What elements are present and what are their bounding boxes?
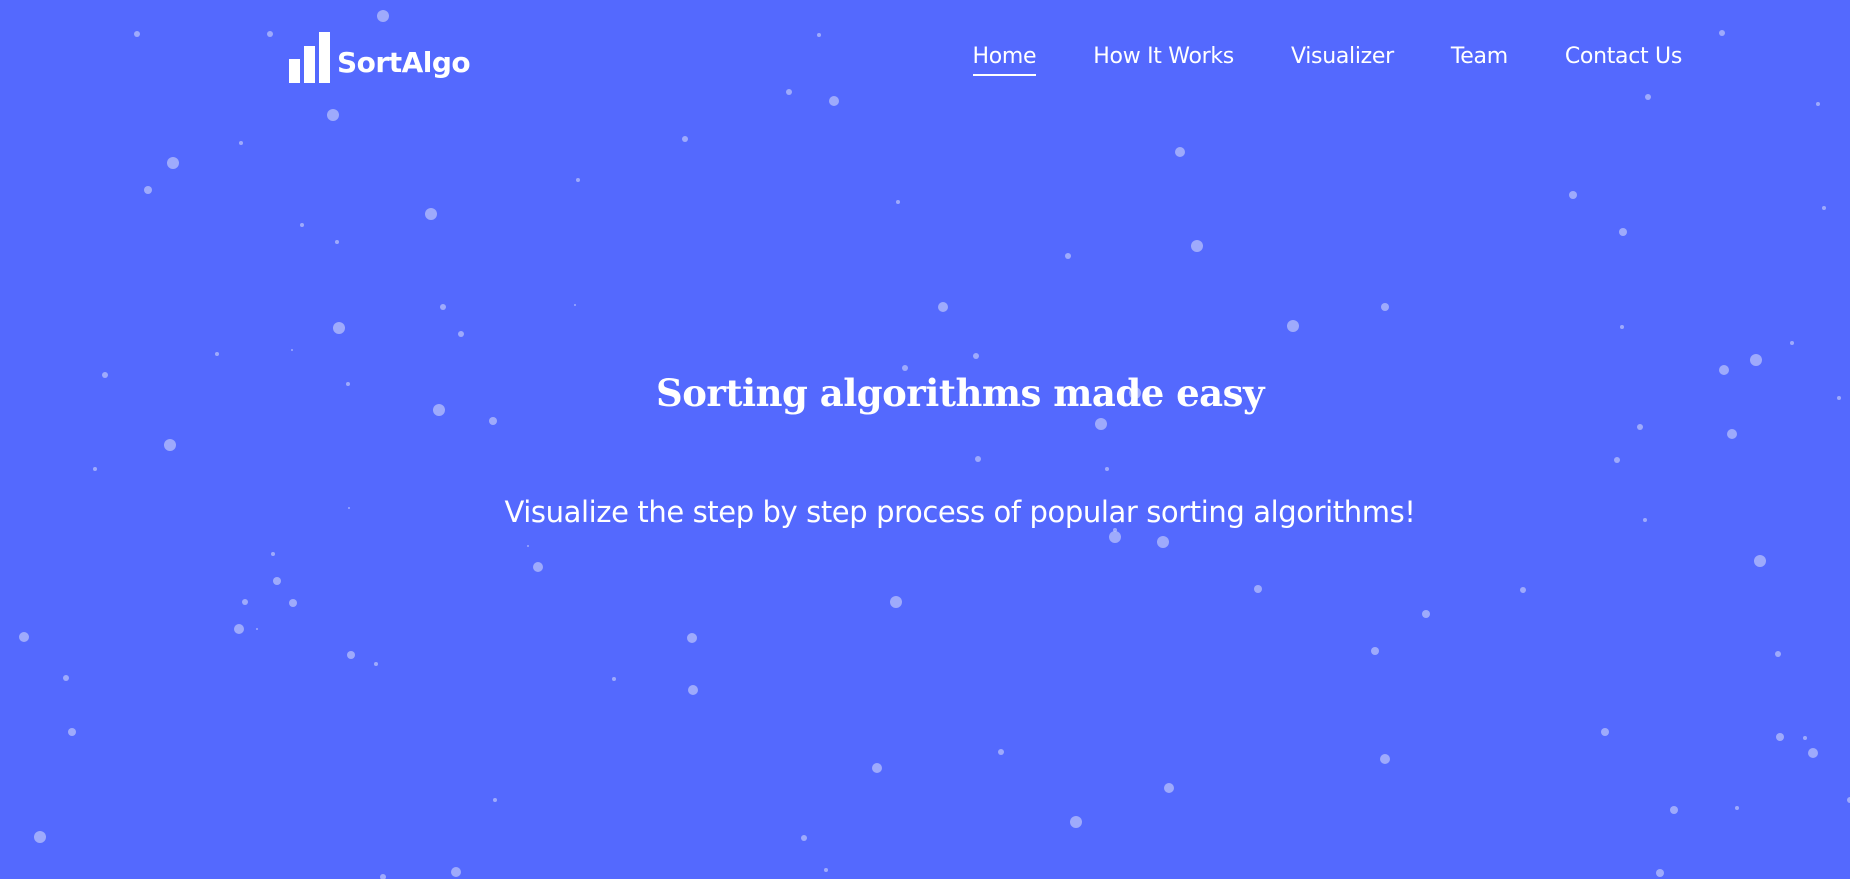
nav-item-visualizer[interactable]: Visualizer: [1291, 44, 1394, 76]
particle-dot: [1735, 806, 1739, 810]
particle-dot: [1803, 736, 1807, 740]
particle-dot: [380, 874, 386, 879]
particle-dot: [1095, 418, 1107, 430]
particle-dot: [1754, 555, 1766, 567]
particle-dot: [1164, 783, 1174, 793]
site-header: SortAlgo Home How It Works Visualizer Te…: [0, 0, 1850, 120]
particle-dot: [144, 186, 152, 194]
particle-dot: [1065, 253, 1071, 259]
nav-item-contact-us[interactable]: Contact Us: [1565, 44, 1682, 76]
particle-dot: [164, 439, 176, 451]
particle-dot: [1775, 651, 1781, 657]
particle-dot: [1620, 325, 1624, 329]
particle-dot: [63, 675, 69, 681]
particle-dot: [1287, 320, 1299, 332]
particle-dot: [489, 417, 497, 425]
particle-dot: [1371, 647, 1379, 655]
particle-dot: [440, 304, 446, 310]
particle-dot: [1422, 610, 1430, 618]
particle-dot: [1656, 869, 1664, 877]
particle-dot: [527, 545, 529, 547]
particle-dot: [234, 624, 244, 634]
particle-dot: [1750, 354, 1762, 366]
particle-dot: [1822, 206, 1826, 210]
particle-dot: [239, 141, 243, 145]
bar-chart-icon: [289, 32, 330, 83]
particle-dot: [824, 868, 828, 872]
particle-dot: [19, 632, 29, 642]
main-nav: Home How It Works Visualizer Team Contac…: [916, 44, 1682, 76]
particle-dot: [682, 136, 688, 142]
brand-name: SortAlgo: [337, 46, 471, 79]
particle-dot: [896, 200, 900, 204]
particle-dot: [273, 577, 281, 585]
particle-dot: [975, 456, 981, 462]
particle-dot: [1808, 748, 1818, 758]
particle-dot: [34, 831, 46, 843]
nav-item-home[interactable]: Home: [972, 44, 1037, 76]
particle-dot: [1619, 228, 1627, 236]
particle-dot: [801, 835, 807, 841]
particle-dot: [93, 467, 97, 471]
particle-dot: [872, 763, 882, 773]
brand-logo-link[interactable]: SortAlgo: [289, 32, 471, 83]
particle-dot: [256, 628, 258, 630]
particle-dot: [1381, 303, 1389, 311]
particle-dot: [1601, 728, 1609, 736]
particle-dot: [576, 178, 580, 182]
particle-dot: [291, 349, 293, 351]
particle-dot: [687, 633, 697, 643]
particle-dot: [1380, 754, 1390, 764]
particle-dot: [215, 352, 219, 356]
particle-dot: [574, 304, 576, 306]
particle-dot: [890, 596, 902, 608]
particle-dot: [1157, 536, 1169, 548]
particle-dot: [1776, 733, 1784, 741]
particle-dot: [458, 331, 464, 337]
hero-subtitle: Visualize the step by step process of po…: [504, 495, 1416, 529]
particle-dot: [1790, 341, 1794, 345]
particle-dot: [335, 240, 339, 244]
nav-item-how-it-works[interactable]: How It Works: [1093, 44, 1234, 76]
nav-item-team[interactable]: Team: [1451, 44, 1508, 76]
particle-dot: [1727, 429, 1737, 439]
particle-dot: [1520, 587, 1526, 593]
particle-dot: [242, 599, 248, 605]
particle-dot: [612, 677, 616, 681]
particle-dot: [938, 302, 948, 312]
particle-dot: [300, 223, 304, 227]
particle-dot: [1175, 147, 1185, 157]
particle-dot: [1191, 240, 1203, 252]
particle-dot: [1614, 457, 1620, 463]
particle-dot: [1105, 467, 1109, 471]
particle-dot: [533, 562, 543, 572]
particle-dot: [1254, 585, 1262, 593]
hero-title: Sorting algorithms made easy: [656, 371, 1264, 415]
particle-dot: [1637, 424, 1643, 430]
particle-dot: [374, 662, 378, 666]
particle-dot: [493, 798, 497, 802]
particle-dot: [333, 322, 345, 334]
particle-dot: [347, 651, 355, 659]
particle-dot: [1670, 806, 1678, 814]
particle-dot: [271, 552, 275, 556]
particle-dot: [289, 599, 297, 607]
particle-dot: [167, 157, 179, 169]
particle-dot: [688, 685, 698, 695]
particle-dot: [1070, 816, 1082, 828]
particle-background: [19, 10, 1850, 879]
particle-dot: [68, 728, 76, 736]
particle-dot: [998, 749, 1004, 755]
particle-dot: [425, 208, 437, 220]
particle-dot: [973, 353, 979, 359]
particle-dot: [1569, 191, 1577, 199]
particle-dot: [451, 867, 461, 877]
